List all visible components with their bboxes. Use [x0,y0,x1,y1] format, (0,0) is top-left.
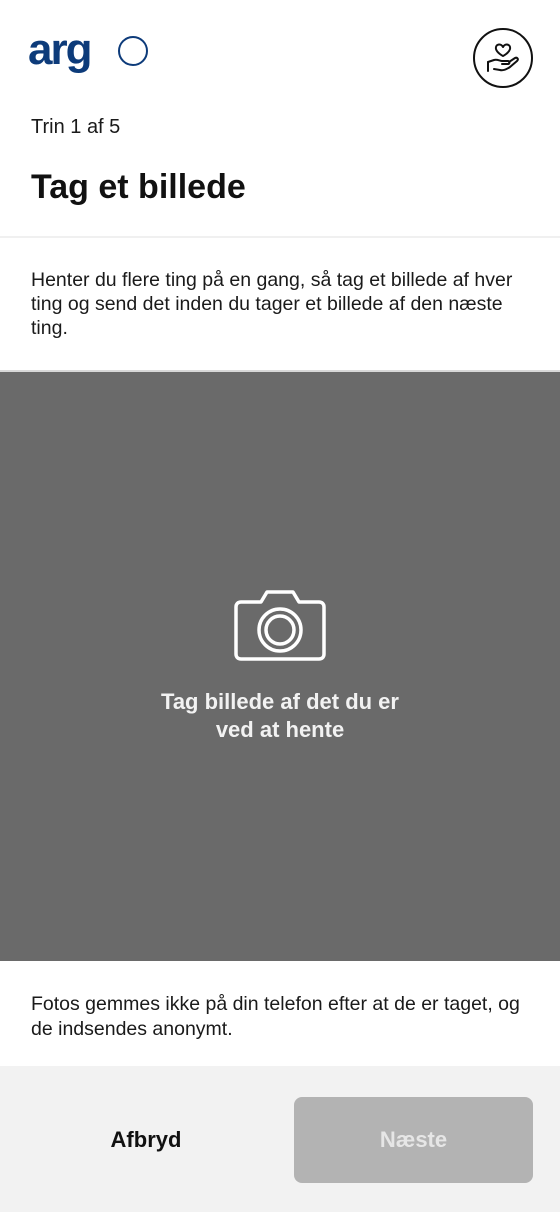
app-screen: arg Trin 1 af 5 Tag et billede Henter du… [0,0,560,1212]
footer-bar: Afbryd Næste [0,1066,560,1212]
camera-instruction-line2: ved at hente [215,717,345,742]
next-button[interactable]: Næste [294,1097,533,1183]
divider [0,236,560,238]
camera-capture-area[interactable]: Tag billede af det du er ved at hente [0,370,560,961]
camera-instruction-line1: Tag billede af det du er [161,689,399,714]
header: arg [0,0,560,110]
privacy-note: Fotos gemmes ikke på din telefon efter a… [31,993,520,1040]
page-title: Tag et billede [31,168,246,206]
svg-text:arg: arg [28,28,90,74]
heart-in-hand-icon[interactable] [473,28,533,88]
camera-instruction: Tag billede af det du er ved at hente [0,688,560,744]
argo-logo: arg [28,28,148,74]
step-indicator: Trin 1 af 5 [31,116,121,138]
camera-icon [234,590,326,661]
intro-text: Henter du flere ting på en gang, så tag … [31,269,513,339]
cancel-button[interactable]: Afbryd [28,1098,264,1182]
